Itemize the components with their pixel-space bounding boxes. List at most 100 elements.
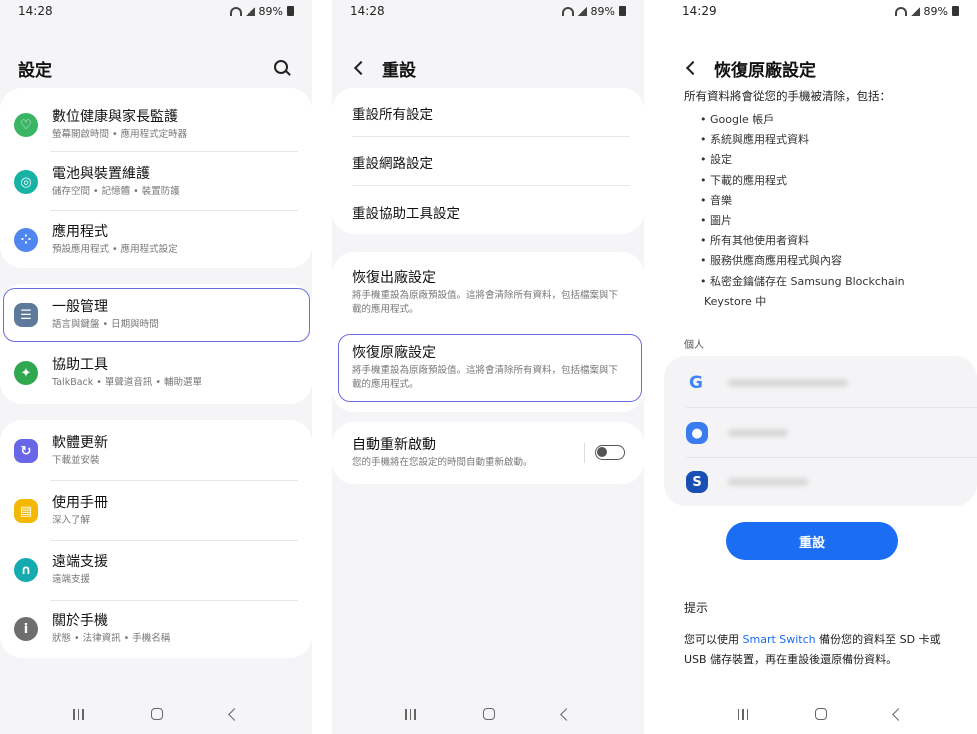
tips-title: 提示	[684, 601, 709, 615]
page-title: 重設	[382, 60, 416, 81]
status-time: 14:28	[350, 4, 385, 18]
device-care-icon: ◎	[14, 170, 38, 194]
user-icon: ●	[686, 422, 708, 444]
item-label: 電池與裝置維護	[52, 166, 150, 182]
digital-wellbeing-icon: ♡	[14, 113, 38, 137]
item-label: 自動重新啟動	[352, 437, 436, 453]
battery-level: 89%	[258, 4, 283, 18]
battery-icon	[619, 6, 626, 16]
section-label: 個人	[684, 340, 704, 351]
battery-level: 89%	[923, 4, 948, 18]
item-sub: 將手機重設為原廠預設值。這將會清除所有資料，包括檔案與下載的應用程式。	[352, 365, 619, 390]
list-item: • 音樂	[700, 193, 732, 207]
item-sub: 將手機重設為原廠預設值。這將會清除所有資料，包括檔案與下載的應用程式。	[352, 290, 619, 315]
about-phone-icon: i	[14, 617, 38, 641]
factory-reset-item-2[interactable]: 恢復原廠設定 將手機重設為原廠預設值。這將會清除所有資料，包括檔案與下載的應用程…	[352, 344, 627, 392]
account-email-redacted	[728, 379, 848, 387]
status-bar: 14:29 89%	[664, 0, 977, 22]
settings-panel: 14:28 89% 設定 ♡ 數位健康與家長監護 螢幕開啟時間 • 應用程式定時器…	[0, 0, 312, 734]
back-icon[interactable]	[685, 60, 701, 76]
item-sub: 儲存空間 • 記憶體 • 裝置防護	[52, 186, 180, 197]
signal-icon	[910, 6, 920, 16]
auto-restart-toggle[interactable]	[595, 445, 625, 460]
recent-apps-icon[interactable]	[73, 708, 84, 720]
list-item: • 私密金鑰儲存在 Samsung Blockchain	[700, 274, 905, 288]
factory-reset-panel: 14:29 89% 恢復原廠設定 所有資料將會從您的手機被清除，包括： • Go…	[664, 0, 977, 734]
navigation-bar	[332, 694, 644, 734]
settings-item-accessibility[interactable]: ✦ 協助工具 TalkBack • 單聲道音訊 • 輔助選單	[0, 348, 312, 398]
item-sub: 狀態 • 法律資訊 • 手機名稱	[52, 633, 171, 644]
item-label: 遠端支援	[52, 554, 108, 570]
settings-item-apps[interactable]: ⁘ 應用程式預設應用程式 • 應用程式設定	[0, 215, 312, 265]
list-item: Keystore 中	[704, 294, 767, 308]
smart-switch-link[interactable]: Smart Switch	[743, 633, 816, 646]
reset-button[interactable]: 重設	[726, 522, 898, 560]
factory-reset-card: 恢復出廠設定 將手機重設為原廠預設值。這將會清除所有資料，包括檔案與下載的應用程…	[332, 252, 644, 412]
factory-reset-item-1[interactable]: 恢復出廠設定 將手機重設為原廠預設值。這將會清除所有資料，包括檔案與下載的應用程…	[352, 269, 627, 317]
list-item: • 系統與應用程式資料	[700, 133, 809, 147]
auto-restart-card: 自動重新啟動 您的手機將在您設定的時間自動重新啟動。	[332, 422, 644, 484]
status-bar: 14:28 89%	[332, 0, 644, 22]
home-icon[interactable]	[482, 708, 495, 720]
search-icon[interactable]	[274, 60, 290, 76]
item-sub: 預設應用程式 • 應用程式設定	[52, 244, 178, 255]
item-sub: 下載並安裝	[52, 455, 100, 466]
wifi-icon	[229, 6, 242, 16]
list-item: • 所有其他使用者資料	[700, 234, 809, 248]
item-label: 數位健康與家長監護	[52, 109, 178, 125]
list-item: • 圖片	[700, 213, 732, 227]
status-time: 14:29	[682, 4, 717, 18]
settings-item-digital-wellbeing[interactable]: ♡ 數位健康與家長監護 螢幕開啟時間 • 應用程式定時器	[0, 100, 312, 150]
reset-panel: 14:28 89% 重設 重設所有設定 重設網路設定 重設協助工具設定 恢復出廠…	[332, 0, 644, 734]
item-sub: 您的手機將在您設定的時間自動重新啟動。	[352, 457, 533, 468]
reset-accessibility-settings[interactable]: 重設協助工具設定	[352, 202, 460, 222]
home-icon[interactable]	[150, 708, 163, 720]
recent-apps-icon[interactable]	[405, 708, 416, 720]
auto-restart-item[interactable]: 自動重新啟動 您的手機將在您設定的時間自動重新啟動。	[352, 436, 582, 470]
user-manual-icon: ▤	[14, 499, 38, 523]
item-label: 關於手機	[52, 613, 108, 629]
wifi-icon	[561, 6, 574, 16]
battery-level: 89%	[590, 4, 615, 18]
item-label: 軟體更新	[52, 435, 108, 451]
apps-icon: ⁘	[14, 228, 38, 252]
item-label: 應用程式	[52, 224, 108, 240]
account-samsung-user: ●	[664, 408, 977, 458]
account-google: G	[664, 358, 977, 408]
data-list: • Google 帳戶 • 系統與應用程式資料 • 設定 • 下載的應用程式 •…	[700, 110, 905, 312]
item-label: 協助工具	[52, 357, 108, 373]
navigation-bar	[0, 694, 312, 734]
settings-item-software-update[interactable]: ↻ 軟體更新 下載並安裝	[0, 426, 312, 476]
reset-all-settings[interactable]: 重設所有設定	[352, 103, 433, 123]
back-nav-icon[interactable]	[559, 707, 573, 721]
tips-text: 您可以使用 Smart Switch 備份您的資料至 SD 卡或 USB 儲存裝…	[684, 633, 941, 666]
navigation-bar	[664, 694, 977, 734]
settings-item-device-care[interactable]: ◎ 電池與裝置維護儲存空間 • 記憶體 • 裝置防護	[0, 157, 312, 207]
back-icon[interactable]	[353, 60, 369, 76]
back-nav-icon[interactable]	[227, 707, 241, 721]
item-sub: 深入了解	[52, 515, 91, 526]
settings-item-user-manual[interactable]: ▤ 使用手冊 深入了解	[0, 486, 312, 536]
list-item: • 服務供應商應用程式與內容	[700, 254, 842, 268]
settings-item-general-management[interactable]: ☰ 一般管理 語言與鍵盤 • 日期與時間	[0, 290, 312, 340]
signal-icon	[577, 6, 587, 16]
battery-icon	[287, 6, 294, 16]
remote-support-icon: ∩	[14, 558, 38, 582]
settings-card-1: ♡ 數位健康與家長監護 螢幕開啟時間 • 應用程式定時器 ◎ 電池與裝置維護儲存空…	[0, 88, 312, 268]
settings-item-remote-support[interactable]: ∩ 遠端支援 遠端支援	[0, 545, 312, 595]
item-sub: TalkBack • 單聲道音訊 • 輔助選單	[52, 377, 203, 388]
divider	[50, 600, 298, 601]
battery-icon	[952, 6, 959, 16]
back-nav-icon[interactable]	[892, 707, 906, 721]
item-label: 恢復原廠設定	[352, 345, 436, 361]
divider	[50, 151, 298, 152]
reset-network-settings[interactable]: 重設網路設定	[352, 152, 433, 172]
settings-item-about-phone[interactable]: i 關於手機狀態 • 法律資訊 • 手機名稱	[0, 604, 312, 654]
recent-apps-icon[interactable]	[737, 708, 749, 720]
home-icon[interactable]	[815, 708, 828, 720]
divider	[50, 480, 298, 481]
divider	[50, 210, 298, 211]
item-label: 一般管理	[52, 299, 108, 315]
divider	[50, 540, 298, 541]
settings-card-2: ☰ 一般管理 語言與鍵盤 • 日期與時間 ✦ 協助工具 TalkBack • 單聲道…	[0, 284, 312, 404]
